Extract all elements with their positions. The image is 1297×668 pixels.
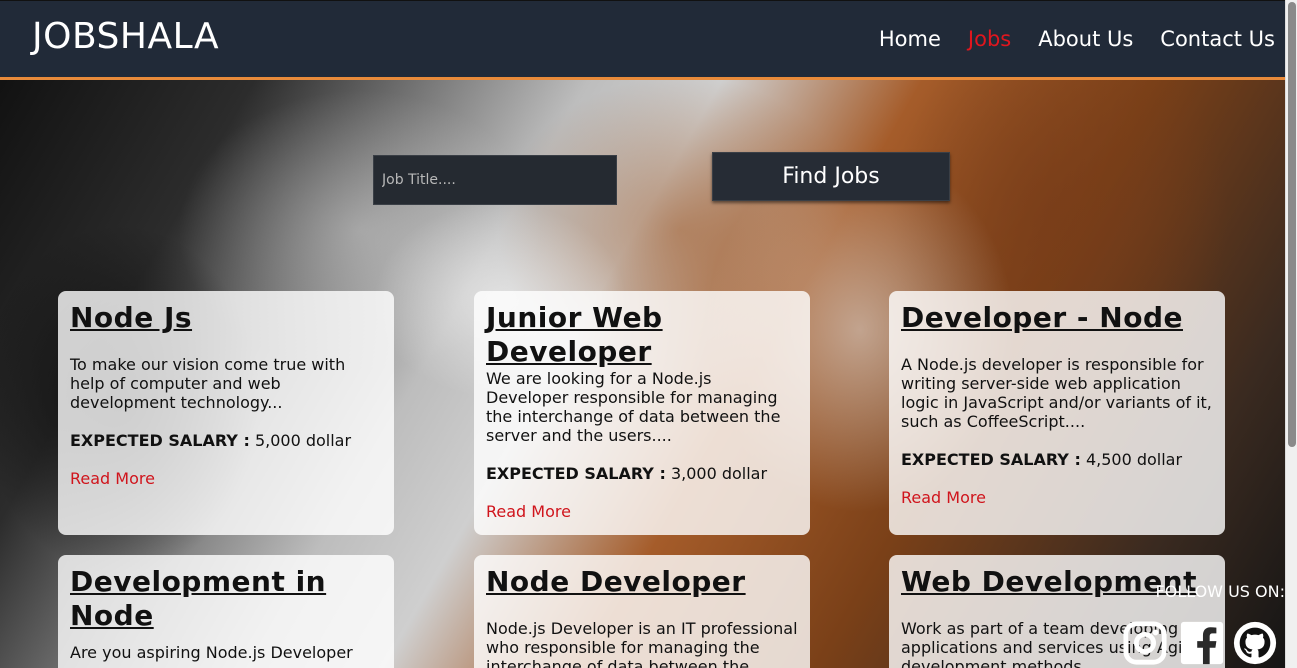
job-card: Node Js To make our vision come true wit… xyxy=(58,291,394,535)
find-jobs-button[interactable]: Find Jobs xyxy=(712,152,950,201)
salary-value: 3,000 dollar xyxy=(670,464,768,483)
salary-label: EXPECTED SALARY : xyxy=(486,464,666,483)
instagram-icon[interactable] xyxy=(1122,620,1168,666)
scrollbar-thumb[interactable] xyxy=(1288,2,1296,447)
salary-label: EXPECTED SALARY : xyxy=(70,431,250,450)
job-title-link[interactable]: Development in Node xyxy=(70,565,360,633)
nav-about-us[interactable]: About Us xyxy=(1038,27,1133,51)
follow-us-label: FOLLOW US ON: xyxy=(1155,582,1285,601)
job-card: Development in Node Are you aspiring Nod… xyxy=(58,555,394,668)
scrollbar[interactable] xyxy=(1285,0,1297,668)
salary-value: 4,500 dollar xyxy=(1085,450,1183,469)
brand-logo[interactable]: JOBSHALA xyxy=(32,16,219,57)
job-description: A Node.js developer is responsible for w… xyxy=(901,355,1212,431)
read-more-link[interactable]: Read More xyxy=(70,469,382,488)
nav-jobs[interactable]: Jobs xyxy=(968,27,1011,51)
job-description: Are you aspiring Node.js Developer xyxy=(70,643,353,662)
nav-contact-us[interactable]: Contact Us xyxy=(1160,27,1275,51)
expected-salary: EXPECTED SALARY : 3,000 dollar xyxy=(486,464,798,483)
job-card: Web Development Work as part of a team d… xyxy=(889,555,1225,668)
job-title-link[interactable]: Node Developer xyxy=(486,565,798,599)
facebook-icon[interactable] xyxy=(1179,620,1225,666)
job-description: Node.js Developer is an IT professional … xyxy=(486,619,798,668)
expected-salary: EXPECTED SALARY : 4,500 dollar xyxy=(901,450,1213,469)
nav-links: Home Jobs About Us Contact Us xyxy=(879,27,1275,51)
job-title-input[interactable] xyxy=(373,155,617,205)
github-icon[interactable] xyxy=(1232,620,1278,666)
salary-label: EXPECTED SALARY : xyxy=(901,450,1081,469)
job-card: Junior Web Developer We are looking for … xyxy=(474,291,810,535)
read-more-link[interactable]: Read More xyxy=(901,488,1213,507)
nav-home[interactable]: Home xyxy=(879,27,941,51)
read-more-link[interactable]: Read More xyxy=(486,502,798,521)
job-title-link[interactable]: Junior Web Developer xyxy=(486,301,798,369)
navbar: JOBSHALA Home Jobs About Us Contact Us xyxy=(0,0,1285,80)
job-description: We are looking for a Node.js Developer r… xyxy=(486,369,781,445)
job-description: To make our vision come true with help o… xyxy=(70,355,346,412)
job-card: Developer - Node A Node.js developer is … xyxy=(889,291,1225,535)
job-title-link[interactable]: Node Js xyxy=(70,301,382,335)
job-title-link[interactable]: Developer - Node xyxy=(901,301,1213,335)
expected-salary: EXPECTED SALARY : 5,000 dollar xyxy=(70,431,382,450)
job-card: Node Developer Node.js Developer is an I… xyxy=(474,555,810,668)
salary-value: 5,000 dollar xyxy=(254,431,352,450)
